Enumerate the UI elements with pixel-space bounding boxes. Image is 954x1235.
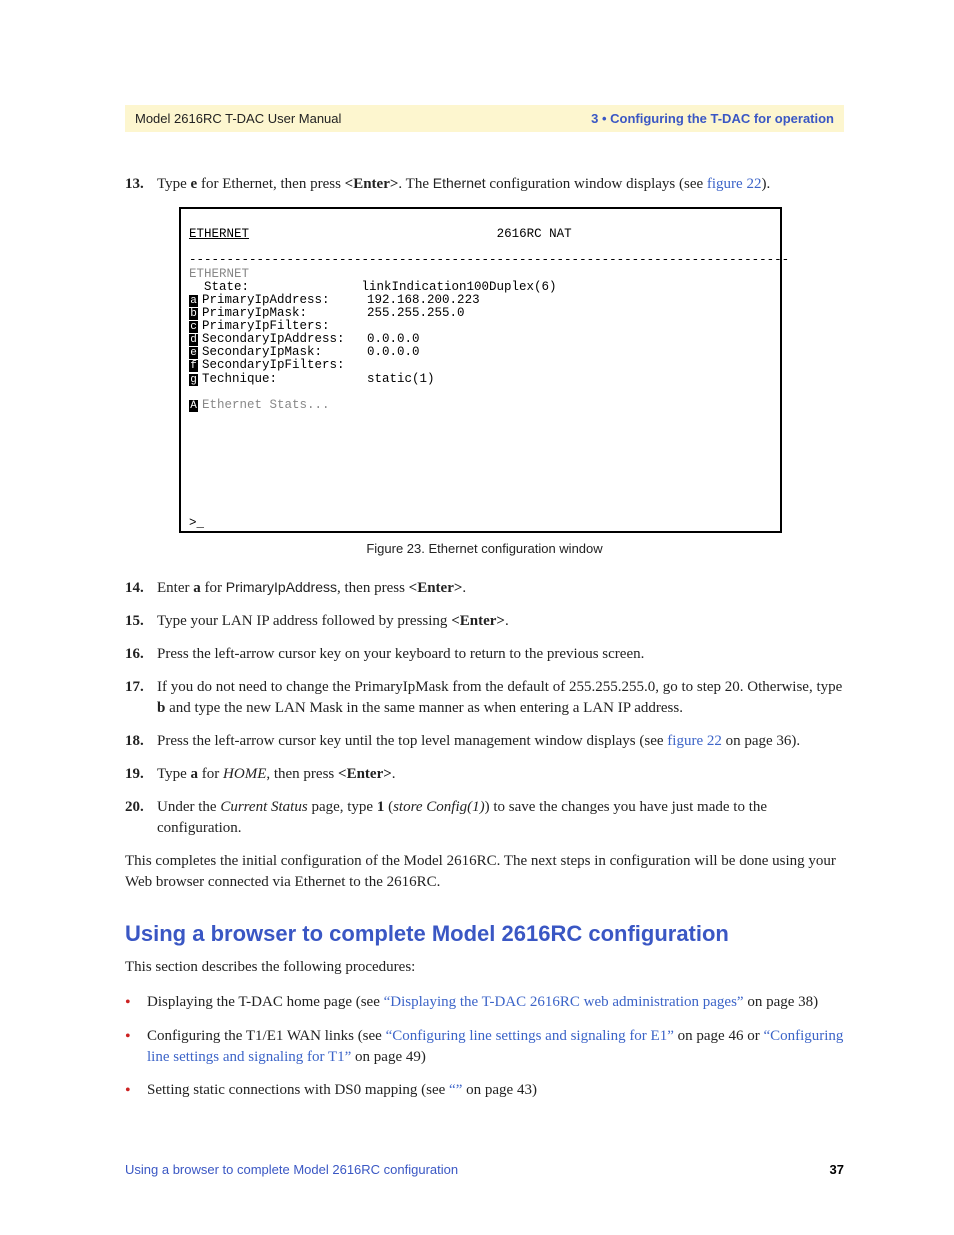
tag-e: e <box>189 347 198 359</box>
tag-d: d <box>189 334 198 346</box>
header-left: Model 2616RC T-DAC User Manual <box>135 111 341 126</box>
step-16: 16. Press the left-arrow cursor key on y… <box>125 644 844 665</box>
section-intro: This section describes the following pro… <box>125 957 844 978</box>
bullet-1: Displaying the T-DAC home page (see “Dis… <box>125 992 844 1014</box>
figure-caption: Figure 23. Ethernet configuration window <box>125 541 844 556</box>
tag-A: A <box>189 400 198 412</box>
page-header: Model 2616RC T-DAC User Manual 3 • Confi… <box>125 105 844 132</box>
terminal-title-right: 2616RC NAT <box>497 227 572 241</box>
footer-left: Using a browser to complete Model 2616RC… <box>125 1162 458 1177</box>
step-14: 14. Enter a for PrimaryIpAddress, then p… <box>125 578 844 599</box>
link-ds0-mapping[interactable]: “” <box>449 1082 462 1098</box>
step-number: 13. <box>125 174 157 195</box>
link-displaying-home[interactable]: “Displaying the T-DAC 2616RC web adminis… <box>384 994 744 1010</box>
terminal-stats: Ethernet Stats... <box>202 398 330 412</box>
terminal-divider: ----------------------------------------… <box>189 253 789 267</box>
step-18: 18. Press the left-arrow cursor key unti… <box>125 731 844 752</box>
tag-a: a <box>189 295 198 307</box>
section-heading: Using a browser to complete Model 2616RC… <box>125 921 844 947</box>
page-footer: Using a browser to complete Model 2616RC… <box>125 1162 844 1177</box>
figure-22-link[interactable]: figure 22 <box>707 176 762 192</box>
link-e1-settings[interactable]: “Configuring line settings and signaling… <box>386 1028 674 1044</box>
closing-paragraph: This completes the initial configuration… <box>125 851 844 893</box>
terminal-eth-label: ETHERNET <box>189 267 249 281</box>
tag-c: c <box>189 321 198 333</box>
bullet-2: Configuring the T1/E1 WAN links (see “Co… <box>125 1026 844 1068</box>
step-13: 13. Type e for Ethernet, then press <Ent… <box>125 174 844 195</box>
step-15: 15. Type your LAN IP address followed by… <box>125 611 844 632</box>
step-17: 17. If you do not need to change the Pri… <box>125 677 844 719</box>
tag-g: g <box>189 374 198 386</box>
tag-b: b <box>189 308 198 320</box>
figure-22-link-2[interactable]: figure 22 <box>667 733 722 749</box>
header-right: 3 • Configuring the T-DAC for operation <box>591 111 834 126</box>
bullet-3: Setting static connections with DS0 mapp… <box>125 1080 844 1102</box>
terminal-title-left: ETHERNET <box>189 227 249 241</box>
step-body: Type e for Ethernet, then press <Enter>.… <box>157 174 844 195</box>
step-20: 20. Under the Current Status page, type … <box>125 797 844 839</box>
tag-f: f <box>189 360 198 372</box>
step-19: 19. Type a for HOME, then press <Enter>. <box>125 764 844 785</box>
terminal-figure: ETHERNET 2616RC NAT --------------------… <box>179 207 844 533</box>
terminal-window: ETHERNET 2616RC NAT --------------------… <box>179 207 782 533</box>
footer-page-number: 37 <box>830 1162 844 1177</box>
terminal-prompt: >_ <box>189 516 204 530</box>
